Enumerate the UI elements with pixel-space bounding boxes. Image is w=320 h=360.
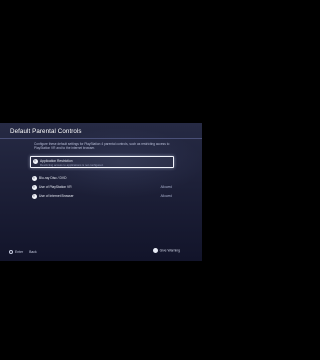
- setting-row-playstation-vr[interactable]: ! Use of PlayStation VR Allowed: [30, 183, 174, 191]
- footer-controls-right: Give Warning: [152, 248, 180, 253]
- back-label[interactable]: Back: [29, 250, 37, 254]
- setting-row-internet-browser[interactable]: ! Use of Internet Browser Allowed: [30, 192, 174, 200]
- options-button-icon: [152, 248, 158, 253]
- exclamation-icon: !: [31, 175, 37, 181]
- setting-label: Use of Internet Browser: [39, 193, 74, 198]
- setting-label: Blu-ray Disc / DVD: [39, 175, 67, 180]
- give-warning-label[interactable]: Give Warning: [160, 248, 180, 252]
- setting-label: Use of PlayStation VR: [39, 184, 72, 189]
- page-title: Default Parental Controls: [10, 128, 82, 135]
- setting-row-application-restriction[interactable]: ! Application Restriction Restricting ac…: [30, 156, 174, 168]
- setting-subtext: Restricting access to applications is no…: [40, 163, 104, 167]
- setting-value: Allowed: [160, 184, 172, 189]
- circle-button-icon: [9, 250, 13, 255]
- exclamation-icon: !: [31, 184, 37, 190]
- exclamation-icon: !: [32, 158, 38, 164]
- setting-row-bluray-dvd[interactable]: ! Blu-ray Disc / DVD: [30, 174, 174, 182]
- enter-label[interactable]: Enter: [15, 250, 23, 254]
- title-divider: [0, 138, 202, 139]
- parental-controls-screen: Default Parental Controls Configure thes…: [0, 123, 202, 261]
- description-text: Configure these default settings for Pla…: [34, 142, 170, 151]
- exclamation-icon: !: [31, 193, 37, 199]
- setting-label: Application Restriction: [40, 158, 73, 163]
- setting-value: Allowed: [160, 193, 172, 198]
- footer-controls-left: Enter Back: [9, 250, 37, 255]
